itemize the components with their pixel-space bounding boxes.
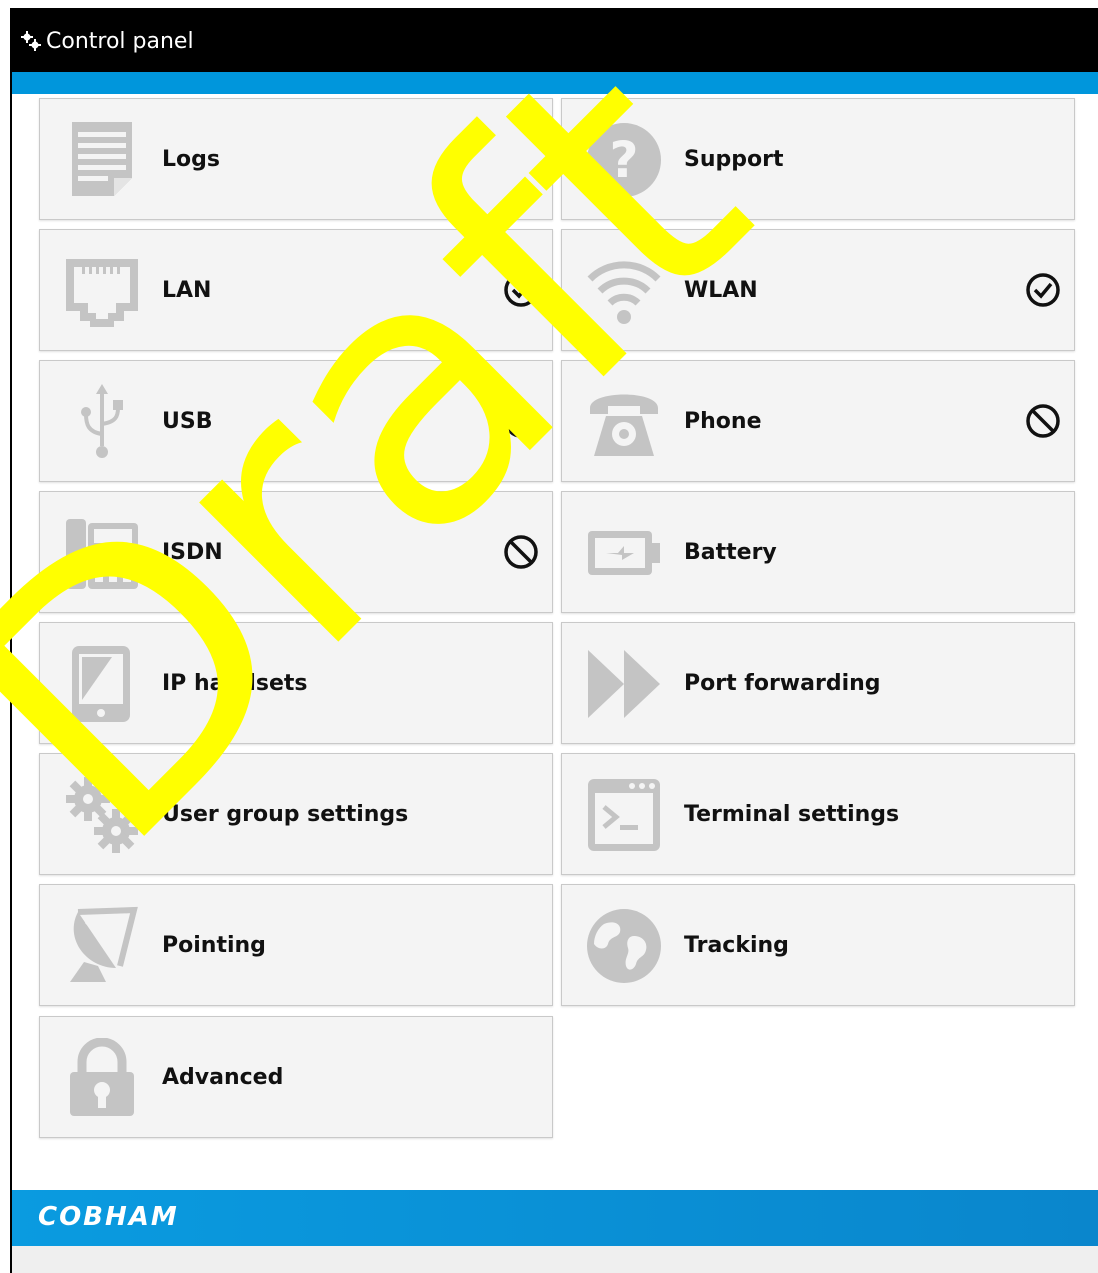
prohibited-icon <box>504 535 538 569</box>
title-bar: Control panel <box>12 10 1098 72</box>
phone-icon <box>590 394 658 456</box>
tile-label: Phone <box>684 408 762 434</box>
tile-label: Advanced <box>162 1064 284 1090</box>
control-panel-window: Control panel Logs ? Support LAN WLAN US… <box>10 8 1098 1273</box>
question-icon: ? <box>587 123 661 197</box>
tile-support[interactable]: ? Support <box>561 98 1075 220</box>
tile-label: ISDN <box>162 539 223 565</box>
tile-tracking[interactable]: Tracking <box>561 884 1075 1006</box>
window-title: Control panel <box>46 28 194 54</box>
tile-label: Logs <box>162 146 220 172</box>
lock-icon <box>70 1038 134 1116</box>
svg-text:?: ? <box>609 131 638 189</box>
battery-icon <box>588 531 660 575</box>
ethernet-port-icon <box>66 259 138 327</box>
usb-icon <box>81 384 123 458</box>
fast-forward-icon <box>588 650 660 718</box>
tile-advanced[interactable]: Advanced <box>39 1016 553 1138</box>
tile-battery[interactable]: Battery <box>561 491 1075 613</box>
tile-ip-handsets[interactable]: IP handsets <box>39 622 553 744</box>
cobham-logo: COBHAM <box>38 1202 179 1232</box>
tile-label: USB <box>162 408 213 434</box>
bottom-bar <box>12 1246 1098 1273</box>
tile-terminal-settings[interactable]: Terminal settings <box>561 753 1075 875</box>
tile-usb[interactable]: USB <box>39 360 553 482</box>
tile-label: User group settings <box>162 801 409 827</box>
accent-strip <box>12 72 1098 94</box>
tile-logs[interactable]: Logs <box>39 98 553 220</box>
tile-lan[interactable]: LAN <box>39 229 553 351</box>
check-circle-icon <box>504 273 538 307</box>
globe-icon <box>587 909 661 983</box>
satellite-dish-icon <box>70 906 138 982</box>
gears-icon <box>21 31 41 51</box>
handset-icon <box>72 646 130 722</box>
tile-port-forwarding[interactable]: Port forwarding <box>561 622 1075 744</box>
tile-label: Battery <box>684 539 777 565</box>
prohibited-icon <box>504 404 538 438</box>
tile-label: Terminal settings <box>684 801 900 827</box>
tile-label: WLAN <box>684 277 758 303</box>
tile-user-group-settings[interactable]: User group settings <box>39 753 553 875</box>
tile-label: Pointing <box>162 932 266 958</box>
tile-phone[interactable]: Phone <box>561 360 1075 482</box>
tile-label: Tracking <box>684 932 789 958</box>
gears-icon <box>66 777 138 853</box>
tile-label: Port forwarding <box>684 670 881 696</box>
tile-label: IP handsets <box>162 670 308 696</box>
tile-label: LAN <box>162 277 212 303</box>
tile-wlan[interactable]: WLAN <box>561 229 1075 351</box>
check-circle-icon <box>1026 273 1060 307</box>
tile-pointing[interactable]: Pointing <box>39 884 553 1006</box>
footer-bar: COBHAM <box>12 1190 1098 1246</box>
prohibited-icon <box>1026 404 1060 438</box>
wifi-icon <box>587 261 661 324</box>
terminal-icon <box>588 779 660 851</box>
tile-label: Support <box>684 146 784 172</box>
tile-isdn[interactable]: ISDN <box>39 491 553 613</box>
isdn-phone-icon <box>66 519 138 589</box>
document-icon <box>72 122 132 196</box>
